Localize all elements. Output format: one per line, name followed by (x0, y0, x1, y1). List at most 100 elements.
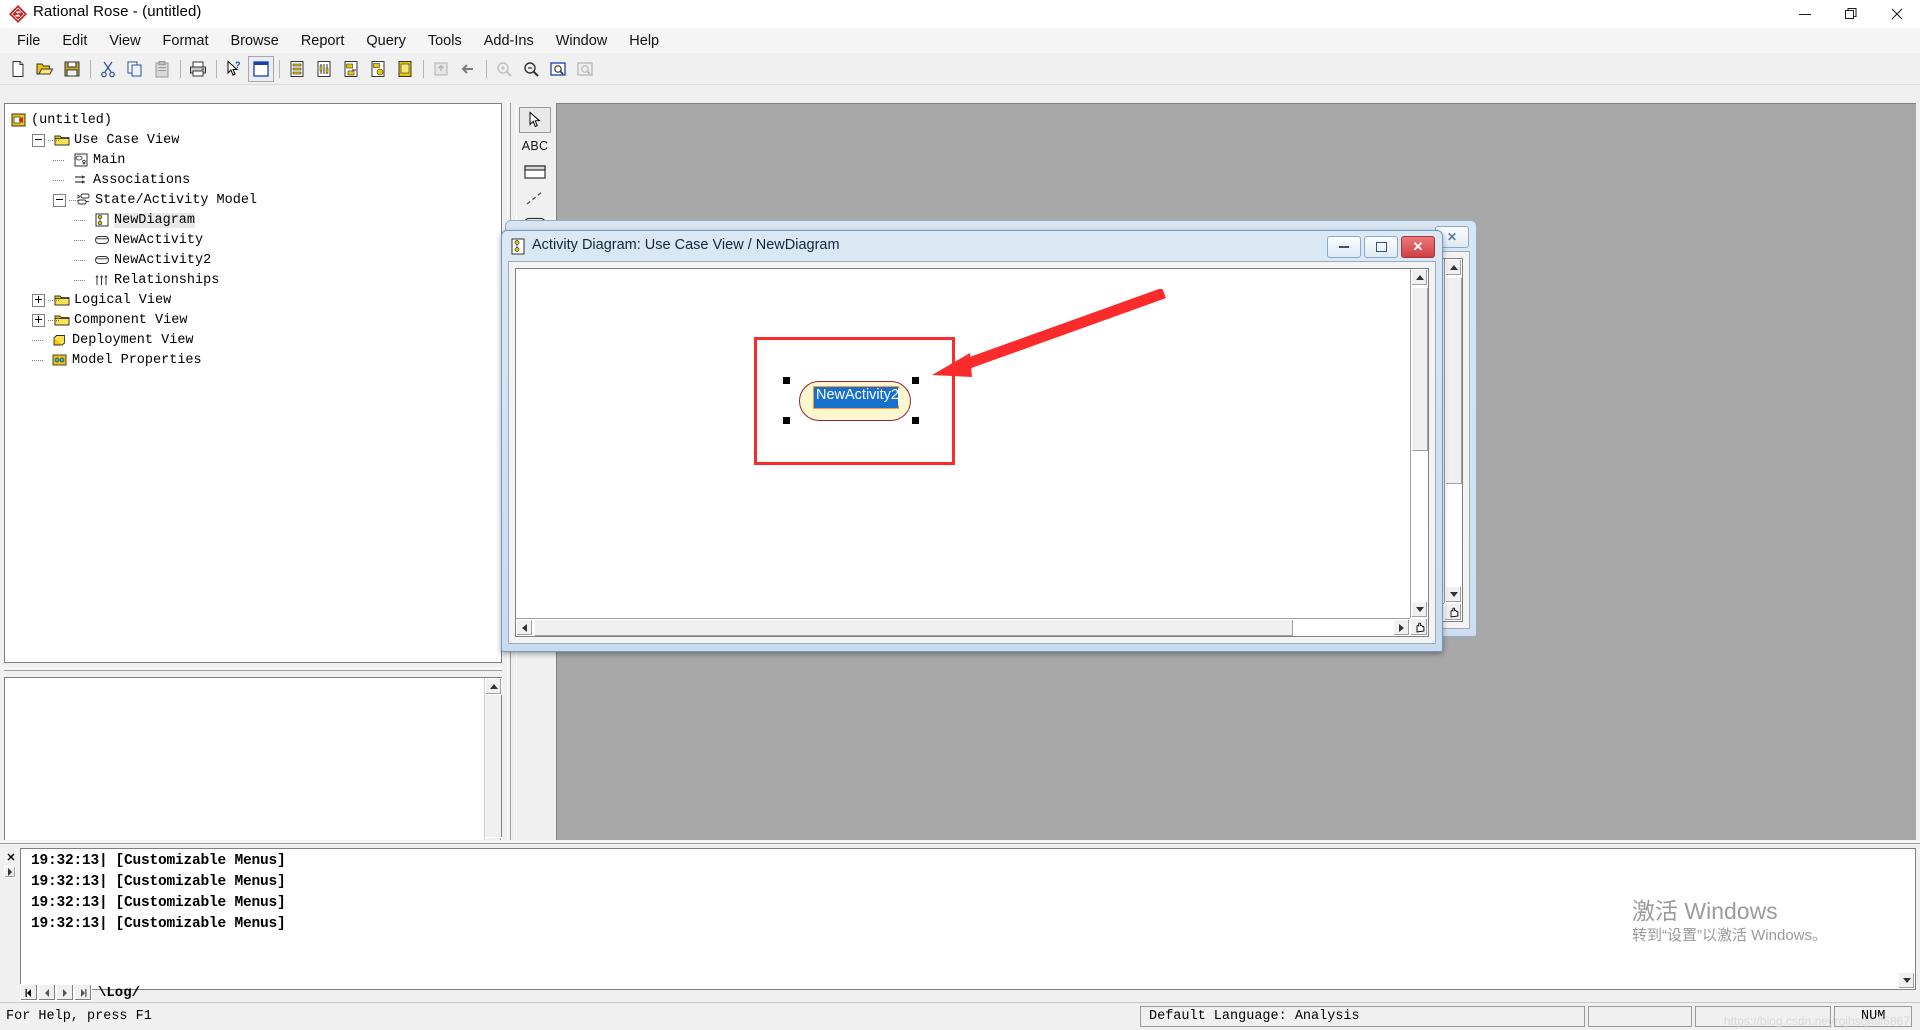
menu-browse[interactable]: Browse (219, 31, 289, 51)
menu-file[interactable]: File (6, 31, 51, 51)
browse-sequence-diagram-icon[interactable] (311, 56, 337, 82)
pan-hand-icon[interactable] (1410, 618, 1428, 636)
scroll-down-button[interactable] (1411, 601, 1428, 618)
anchor-note-to-item-tool[interactable] (519, 185, 551, 211)
scroll-up-button[interactable] (1411, 269, 1428, 286)
new-icon[interactable] (5, 56, 31, 82)
tree-item-newdiagram[interactable]: NewDiagram (11, 210, 501, 230)
log-entry-message: [Customizable Menus] (115, 916, 286, 932)
browse-component-diagram-icon[interactable] (392, 56, 418, 82)
tree-item-newactivity2[interactable]: NewActivity2 (11, 250, 501, 270)
text-box-tool[interactable]: ABC (519, 133, 551, 159)
scroll-up-button[interactable] (1445, 259, 1462, 276)
cut-icon[interactable] (95, 56, 121, 82)
scroll-thumb[interactable] (1411, 287, 1428, 452)
diagram-minimize-button[interactable] (1327, 236, 1361, 258)
menu-add-ins[interactable]: Add-Ins (473, 31, 545, 51)
expand-icon[interactable] (32, 293, 45, 307)
menu-tools[interactable]: Tools (417, 31, 473, 51)
log-last-button[interactable] (74, 984, 92, 1001)
menu-format[interactable]: Format (152, 31, 220, 51)
background-pan-hand-icon[interactable] (1444, 603, 1462, 621)
log-close-button[interactable]: ✕ (4, 850, 18, 864)
diagram-horizontal-scrollbar[interactable] (516, 618, 1410, 636)
browse-parent-icon[interactable] (428, 56, 454, 82)
zoom-out-icon[interactable] (518, 56, 544, 82)
tree-item-main[interactable]: Main (11, 150, 501, 170)
print-icon[interactable] (185, 56, 211, 82)
fit-in-window-icon[interactable] (545, 56, 571, 82)
note-tool[interactable] (519, 159, 551, 185)
scroll-up-button[interactable] (485, 678, 502, 695)
copy-icon[interactable] (122, 56, 148, 82)
tree-item-deployment-view[interactable]: Deployment View (11, 330, 501, 350)
tree-item-model-properties[interactable]: Model Properties (11, 350, 501, 370)
diagram-canvas[interactable]: NewActivity2 (516, 269, 1410, 618)
selection-handle-top-right[interactable] (912, 377, 919, 384)
menu-window[interactable]: Window (545, 31, 619, 51)
log-first-button[interactable] (20, 984, 38, 1001)
browse-state-machine-diagram-icon[interactable] (365, 56, 391, 82)
log-dock-splitter[interactable] (0, 840, 1920, 846)
activity-name-editor[interactable]: NewActivity2 (813, 386, 899, 409)
log-entry-message: [Customizable Menus] (115, 874, 286, 890)
tree-item-component-view[interactable]: Component View (11, 310, 501, 330)
scroll-right-button[interactable] (1393, 619, 1410, 636)
close-button[interactable] (1874, 0, 1920, 28)
log-expand-button[interactable] (4, 866, 16, 878)
diagram-close-button[interactable]: ✕ (1401, 236, 1435, 258)
menu-query[interactable]: Query (355, 31, 417, 51)
tree-item-logical-view[interactable]: Logical View (11, 290, 501, 310)
tree-item-untitled[interactable]: (untitled) (11, 110, 501, 130)
tree-item-state-activity-model[interactable]: State/Activity Model (11, 190, 501, 210)
browse-use-case-diagram-icon[interactable] (284, 56, 310, 82)
menu-report[interactable]: Report (290, 31, 356, 51)
documentation-pane[interactable] (4, 677, 502, 855)
save-icon[interactable] (59, 56, 85, 82)
context-help-icon[interactable]: ? (221, 56, 247, 82)
collapse-icon[interactable] (53, 193, 66, 207)
open-icon[interactable] (32, 56, 58, 82)
browser-splitter[interactable] (4, 667, 502, 673)
zoom-in-icon[interactable] (491, 56, 517, 82)
undo-fit-icon[interactable] (572, 56, 598, 82)
collapse-icon[interactable] (32, 133, 45, 147)
scroll-thumb[interactable] (1445, 277, 1462, 485)
menu-edit[interactable]: Edit (51, 31, 98, 51)
paste-icon[interactable] (149, 56, 175, 82)
documentation-scrollbar[interactable] (484, 678, 502, 854)
menu-view[interactable]: View (98, 31, 151, 51)
log-vertical-scrollbar[interactable] (1898, 849, 1915, 989)
scroll-left-button[interactable] (516, 619, 533, 636)
diagram-restore-button[interactable] (1364, 236, 1398, 258)
browse-collaboration-diagram-icon[interactable] (338, 56, 364, 82)
tree-item-associations[interactable]: Associations (11, 170, 501, 190)
background-vertical-scrollbar[interactable] (1444, 259, 1462, 603)
activity-diagram-window[interactable]: Activity Diagram: Use Case View / NewDia… (501, 230, 1443, 652)
browse-previous-icon[interactable] (455, 56, 481, 82)
expand-icon[interactable] (32, 313, 45, 327)
tree-item-use-case-view[interactable]: Use Case View (11, 130, 501, 150)
maximize-restore-button[interactable] (1828, 0, 1874, 28)
browse-class-icon[interactable] (248, 55, 274, 82)
selection-handle-top-left[interactable] (783, 377, 790, 384)
log-tab[interactable]: \Log/ (96, 985, 142, 1001)
scroll-down-button[interactable] (1445, 586, 1462, 603)
selection-handle-bottom-right[interactable] (912, 417, 919, 424)
log-window[interactable]: 19:32:13| [Customizable Menus] 19:32:13| [C… (20, 848, 1916, 990)
scroll-thumb-horizontal[interactable] (534, 619, 1294, 636)
log-previous-button[interactable] (38, 984, 56, 1001)
tree-item-relationships[interactable]: Relationships (11, 270, 501, 290)
minimize-button[interactable] (1782, 0, 1828, 28)
tree-item-newactivity[interactable]: NewActivity (11, 230, 501, 250)
model-browser-pane[interactable]: (untitled) Use Case View Main Associations S… (4, 103, 502, 663)
selection-arrow-tool[interactable] (519, 107, 551, 133)
diagram-window-titlebar[interactable]: Activity Diagram: Use Case View / NewDia… (502, 231, 1442, 261)
log-next-button[interactable] (56, 984, 74, 1001)
diagram-vertical-scrollbar[interactable] (1410, 269, 1428, 618)
selection-handle-bottom-left[interactable] (783, 417, 790, 424)
log-entry-time: 19:32:13| (31, 916, 108, 932)
menu-help[interactable]: Help (618, 31, 670, 51)
log-entry: 19:32:13| [Customizable Menus] (31, 916, 286, 937)
scroll-down-button[interactable] (1898, 972, 1915, 989)
